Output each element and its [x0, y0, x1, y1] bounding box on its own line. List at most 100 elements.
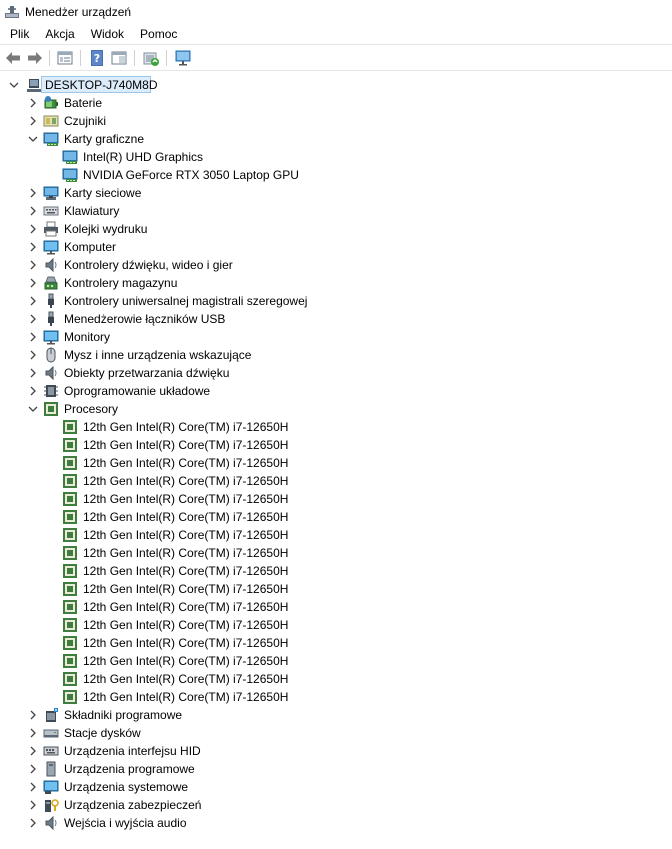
keyboard-icon — [43, 206, 59, 216]
chevron-right-icon[interactable] — [25, 221, 41, 237]
tree-category-obiekty-przetwarzania-dźwięku[interactable]: Obiekty przetwarzania dźwięku — [0, 364, 672, 382]
svg-text:?: ? — [94, 52, 100, 65]
help-icon[interactable]: ? — [88, 49, 106, 67]
forward-icon[interactable] — [26, 49, 44, 67]
audio-io-icon — [45, 815, 57, 831]
menu-file[interactable]: Plik — [0, 24, 37, 44]
monitor-scan-icon[interactable] — [174, 49, 192, 67]
tree-device-12th-gen-intel-r-core-tm-i7-12650h[interactable]: 12th Gen Intel(R) Core(TM) i7-12650H — [0, 472, 672, 490]
tree-category-kontrolery-magazynu[interactable]: Kontrolery magazynu — [0, 274, 672, 292]
tree-device-12th-gen-intel-r-core-tm-i7-12650h[interactable]: 12th Gen Intel(R) Core(TM) i7-12650H — [0, 634, 672, 652]
chevron-right-icon[interactable] — [25, 743, 41, 759]
tree-device-12th-gen-intel-r-core-tm-i7-12650h[interactable]: 12th Gen Intel(R) Core(TM) i7-12650H — [0, 436, 672, 454]
tree-category-stacje-dysków[interactable]: Stacje dysków — [0, 724, 672, 742]
tree-category-komputer[interactable]: Komputer — [0, 238, 672, 256]
chevron-right-icon[interactable] — [25, 239, 41, 255]
processor-icon — [63, 654, 77, 668]
menu-action[interactable]: Akcja — [37, 24, 82, 44]
tree-device-12th-gen-intel-r-core-tm-i7-12650h[interactable]: 12th Gen Intel(R) Core(TM) i7-12650H — [0, 616, 672, 634]
tree-item-label: 12th Gen Intel(R) Core(TM) i7-12650H — [83, 654, 289, 668]
tree-device-12th-gen-intel-r-core-tm-i7-12650h[interactable]: 12th Gen Intel(R) Core(TM) i7-12650H — [0, 688, 672, 706]
tree-category-urządzenia-programowe[interactable]: Urządzenia programowe — [0, 760, 672, 778]
tree-device-intel-r-uhd-graphics[interactable]: Intel(R) UHD Graphics — [0, 148, 672, 166]
chevron-down-icon[interactable] — [25, 401, 41, 417]
chevron-right-icon[interactable] — [25, 257, 41, 273]
properties-view-icon[interactable] — [56, 49, 74, 67]
tree-device-12th-gen-intel-r-core-tm-i7-12650h[interactable]: 12th Gen Intel(R) Core(TM) i7-12650H — [0, 454, 672, 472]
device-manager-app-icon — [5, 6, 19, 18]
tree-category-monitory[interactable]: Monitory — [0, 328, 672, 346]
tree-item-label: Komputer — [64, 240, 117, 254]
tree-category-składniki-programowe[interactable]: Składniki programowe — [0, 706, 672, 724]
chevron-right-icon[interactable] — [25, 761, 41, 777]
show-hide-icon[interactable] — [110, 49, 128, 67]
tree-device-nvidia-geforce-rtx-3050-laptop-gpu[interactable]: NVIDIA GeForce RTX 3050 Laptop GPU — [0, 166, 672, 184]
chevron-right-icon[interactable] — [25, 383, 41, 399]
tree-device-12th-gen-intel-r-core-tm-i7-12650h[interactable]: 12th Gen Intel(R) Core(TM) i7-12650H — [0, 490, 672, 508]
chevron-right-icon[interactable] — [25, 203, 41, 219]
tree-category-oprogramowanie-układowe[interactable]: Oprogramowanie układowe — [0, 382, 672, 400]
tree-item-label: 12th Gen Intel(R) Core(TM) i7-12650H — [83, 636, 289, 650]
tree-item-label: Mysz i inne urządzenia wskazujące — [64, 348, 252, 362]
tree-device-12th-gen-intel-r-core-tm-i7-12650h[interactable]: 12th Gen Intel(R) Core(TM) i7-12650H — [0, 670, 672, 688]
tree-category-procesory[interactable]: Procesory — [0, 400, 672, 418]
tree-device-12th-gen-intel-r-core-tm-i7-12650h[interactable]: 12th Gen Intel(R) Core(TM) i7-12650H — [0, 418, 672, 436]
chevron-right-icon[interactable] — [25, 293, 41, 309]
tree-category-karty-sieciowe[interactable]: Karty sieciowe — [0, 184, 672, 202]
chevron-right-icon[interactable] — [25, 365, 41, 381]
tree-category-kolejki-wydruku[interactable]: Kolejki wydruku — [0, 220, 672, 238]
menu-help[interactable]: Pomoc — [132, 24, 185, 44]
tree-category-urządzenia-systemowe[interactable]: Urządzenia systemowe — [0, 778, 672, 796]
tree-category-mysz-i-inne-urządzenia-wskazujące[interactable]: Mysz i inne urządzenia wskazujące — [0, 346, 672, 364]
tree-category-kontrolery-dźwięku-wideo-i-gier[interactable]: Kontrolery dźwięku, wideo i gier — [0, 256, 672, 274]
tree-device-12th-gen-intel-r-core-tm-i7-12650h[interactable]: 12th Gen Intel(R) Core(TM) i7-12650H — [0, 544, 672, 562]
tree-item-label: 12th Gen Intel(R) Core(TM) i7-12650H — [83, 600, 289, 614]
chevron-right-icon[interactable] — [25, 329, 41, 345]
printer-icon — [44, 221, 58, 237]
chevron-right-icon[interactable] — [25, 185, 41, 201]
tree-item-label: Kolejki wydruku — [64, 222, 148, 236]
chevron-right-icon[interactable] — [25, 347, 41, 363]
toolbar: ? — [0, 44, 672, 71]
tree-device-12th-gen-intel-r-core-tm-i7-12650h[interactable]: 12th Gen Intel(R) Core(TM) i7-12650H — [0, 652, 672, 670]
chevron-right-icon[interactable] — [25, 95, 41, 111]
tree-item-label: Czujniki — [64, 114, 107, 128]
menu-view[interactable]: Widok — [83, 24, 132, 44]
back-icon[interactable] — [4, 49, 22, 67]
chevron-right-icon[interactable] — [25, 725, 41, 741]
chevron-right-icon[interactable] — [25, 113, 41, 129]
tree-category-urządzenia-zabezpieczeń[interactable]: Urządzenia zabezpieczeń — [0, 796, 672, 814]
tree-item-label: Urządzenia interfejsu HID — [64, 744, 201, 758]
tree-category-wejścia-i-wyjścia-audio[interactable]: Wejścia i wyjścia audio — [0, 814, 672, 832]
tree-device-12th-gen-intel-r-core-tm-i7-12650h[interactable]: 12th Gen Intel(R) Core(TM) i7-12650H — [0, 598, 672, 616]
tree-device-12th-gen-intel-r-core-tm-i7-12650h[interactable]: 12th Gen Intel(R) Core(TM) i7-12650H — [0, 580, 672, 598]
tree-category-urządzenia-interfejsu-hid[interactable]: Urządzenia interfejsu HID — [0, 742, 672, 760]
tree-device-12th-gen-intel-r-core-tm-i7-12650h[interactable]: 12th Gen Intel(R) Core(TM) i7-12650H — [0, 526, 672, 544]
network-adapter-icon — [43, 186, 59, 200]
update-driver-icon[interactable] — [142, 49, 160, 67]
tree-category-menedżerowie-łączników-usb[interactable]: Menedżerowie łączników USB — [0, 310, 672, 328]
tree-category-karty-graficzne[interactable]: Karty graficzne — [0, 130, 672, 148]
speaker-icon — [45, 257, 57, 273]
chevron-right-icon[interactable] — [25, 707, 41, 723]
tree-category-klawiatury[interactable]: Klawiatury — [0, 202, 672, 220]
tree-root[interactable]: DESKTOP-J740M8D — [0, 76, 672, 94]
tree-category-baterie[interactable]: Baterie — [0, 94, 672, 112]
device-tree: DESKTOP-J740M8D Baterie Czujniki Karty gra… — [0, 76, 672, 849]
chevron-right-icon[interactable] — [25, 797, 41, 813]
tree-category-czujniki[interactable]: Czujniki — [0, 112, 672, 130]
tree-category-kontrolery-uniwersalnej-magistrali-szeregowej[interactable]: Kontrolery uniwersalnej magistrali szere… — [0, 292, 672, 310]
toolbar-separator — [49, 50, 50, 66]
tree-item-label: 12th Gen Intel(R) Core(TM) i7-12650H — [83, 672, 289, 686]
chevron-right-icon[interactable] — [25, 815, 41, 831]
tree-item-label: Kontrolery dźwięku, wideo i gier — [64, 258, 233, 272]
chevron-right-icon[interactable] — [25, 311, 41, 327]
chevron-right-icon[interactable] — [25, 275, 41, 291]
chevron-down-icon[interactable] — [25, 131, 41, 147]
chevron-down-icon[interactable] — [6, 77, 22, 93]
mouse-icon — [46, 347, 56, 363]
display-adapter-icon — [43, 132, 59, 146]
chevron-right-icon[interactable] — [25, 779, 41, 795]
tree-device-12th-gen-intel-r-core-tm-i7-12650h[interactable]: 12th Gen Intel(R) Core(TM) i7-12650H — [0, 508, 672, 526]
tree-device-12th-gen-intel-r-core-tm-i7-12650h[interactable]: 12th Gen Intel(R) Core(TM) i7-12650H — [0, 562, 672, 580]
